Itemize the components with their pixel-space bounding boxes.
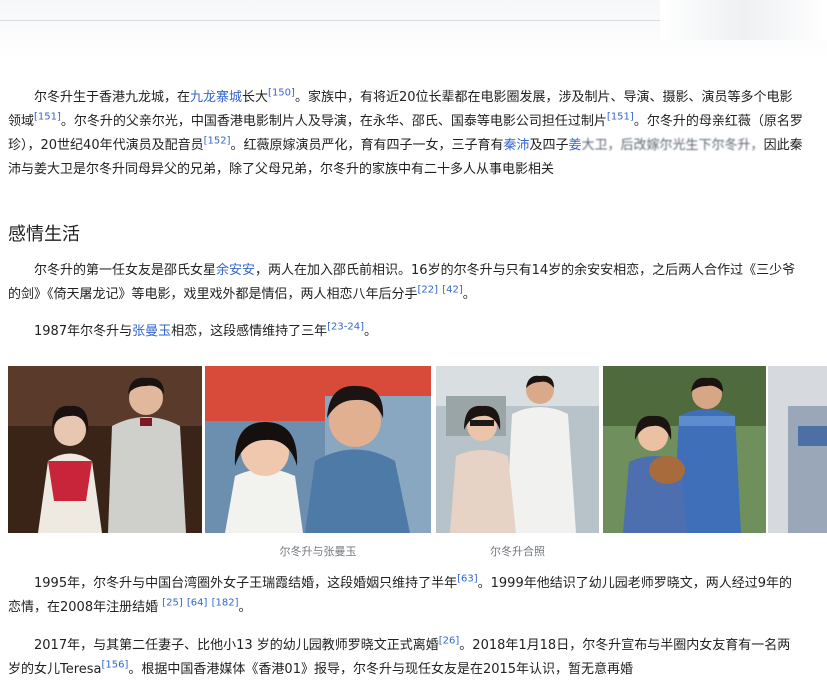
love-paragraph: 尔冬升的第一任女友是邵氏女星余安安，两人在加入邵氏前相识。16岁的尔冬升与只有1…	[8, 259, 803, 307]
blurred-text: 大卫，后改嫁尔光生下尔冬升，	[581, 138, 764, 153]
text: 。根据中国香港媒体《香港01》报导，尔冬升与现任女友是在2015年认识，暂无意再…	[128, 662, 634, 677]
paragraph-2017: 2017年，与其第二任妻子、比他小13 岁的幼儿园教师罗晓文正式离婚[26]。2…	[8, 634, 803, 682]
text: 。	[462, 287, 476, 302]
text: 1987年尔冬升与	[34, 324, 133, 339]
top-right-blur	[660, 0, 827, 40]
text: ，两人在加入邵氏前相识。16岁的尔冬升与只有14岁的余安安相恋，之后两人合作过	[255, 263, 744, 278]
link-maggie-cheung[interactable]: 张曼玉	[132, 324, 171, 339]
text: 。1999年他结识了幼儿园老师罗晓文，两人	[477, 576, 732, 591]
text: 及四子	[529, 138, 569, 153]
citation[interactable]: [182]	[212, 598, 239, 609]
text: 。尔	[633, 114, 660, 129]
top-divider	[0, 20, 660, 21]
citation[interactable]: [42]	[442, 285, 463, 296]
citation[interactable]: [152]	[204, 136, 231, 147]
paragraph-1987: 1987年尔冬升与张曼玉相恋，这段感情维持了三年[23-24]。	[8, 320, 803, 344]
citation[interactable]: [23-24]	[327, 322, 364, 333]
photo-couple-formal[interactable]	[8, 366, 202, 533]
citation[interactable]: [26]	[439, 636, 460, 647]
citation[interactable]: [64]	[187, 598, 208, 609]
text: 长大	[242, 90, 269, 105]
link-yu-anan[interactable]: 余安安	[216, 263, 255, 278]
citation[interactable]: [22]	[418, 285, 439, 296]
link-qin-pei[interactable]: 秦沛	[504, 138, 530, 153]
paragraph-fade	[0, 176, 827, 190]
link-jiang-dawei[interactable]: 姜	[569, 138, 582, 153]
text: 相恋，这段感情维持了三年	[171, 324, 328, 339]
text: 1995年，尔冬升与中国台湾圈外女子王瑞霞结婚，这段婚姻只维持了半年	[34, 576, 458, 591]
paragraph-1995: 1995年，尔冬升与中国台湾圈外女子王瑞霞结婚，这段婚姻只维持了半年[63]。1…	[8, 572, 803, 620]
citation[interactable]: [151]	[34, 112, 61, 123]
text: 。家族中，有将近20位长辈都在电影圈发展，涉及制片、导演、摄影、演员	[294, 90, 728, 105]
photo-with-maggie-cheung[interactable]	[205, 366, 431, 533]
text: 尔冬升生于香港九龙城，在	[34, 90, 191, 105]
text: 。2018年1月18日，尔冬升宣布与半圈内女友育	[459, 638, 739, 653]
citation[interactable]: [63]	[457, 574, 478, 585]
citation[interactable]: [151]	[607, 112, 634, 123]
text: 。	[238, 600, 252, 615]
text: 尔冬升的第一任女友是邵氏女星	[34, 263, 217, 278]
citation[interactable]: [156]	[102, 660, 129, 671]
text: 。	[364, 324, 378, 339]
section-title-love-life: 感情生活	[8, 224, 80, 245]
photo-caption: 尔冬升与张曼玉	[279, 545, 357, 558]
photo-partial-fifth[interactable]	[768, 366, 827, 533]
citation[interactable]: [150]	[268, 88, 295, 99]
text: 。尔冬升的父亲尔光，中国香港电影制片人及导演，在永华、邵氏、国泰等电影公司担任过…	[60, 114, 607, 129]
citation[interactable]: [25]	[162, 598, 183, 609]
photo-couple-outdoor[interactable]	[436, 366, 599, 533]
photo-couple-with-dog[interactable]	[603, 366, 766, 533]
text: 。红薇原嫁演员严化，育有四子一女，三子育有	[230, 138, 504, 153]
link-kowloon-walled-city[interactable]: 九龙寨城	[190, 90, 242, 105]
text: 2017年，与其第二任妻子、比他小13 岁的幼儿园教师罗晓文正式离婚	[34, 638, 439, 653]
photo-caption: 尔冬升合照	[490, 545, 545, 558]
intro-paragraph: 尔冬升生于香港九龙城，在九龙寨城长大[150]。家族中，有将近20位长辈都在电影…	[8, 86, 803, 182]
